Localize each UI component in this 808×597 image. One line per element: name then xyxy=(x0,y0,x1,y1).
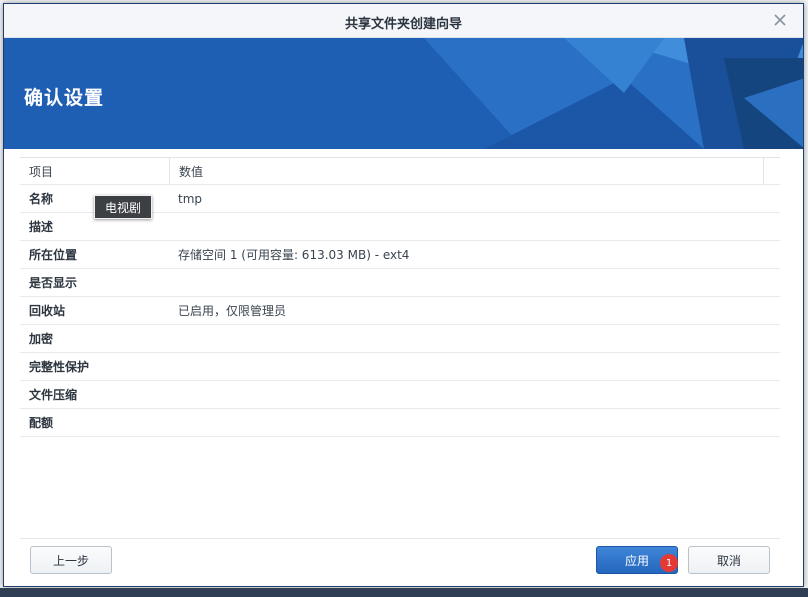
step-badge: 1 xyxy=(660,554,678,572)
row-item-value xyxy=(169,269,780,296)
row-item-value xyxy=(169,325,780,352)
dialog-title: 共享文件夹创建向导 xyxy=(344,17,462,32)
column-header-spacer xyxy=(763,158,780,184)
table-row[interactable]: 回收站 已启用，仅限管理员 xyxy=(20,297,780,325)
table-row[interactable]: 是否显示 xyxy=(20,269,780,297)
row-item-value xyxy=(169,381,780,408)
row-item-label: 描述 xyxy=(29,220,54,234)
cancel-button[interactable]: 取消 xyxy=(688,546,770,574)
dialog-titlebar: 共享文件夹创建向导 xyxy=(4,4,803,38)
row-item-label: 文件压缩 xyxy=(29,388,78,402)
table-row[interactable]: 加密 xyxy=(20,325,780,353)
table-row[interactable]: 所在位置 存储空间 1 (可用容量: 613.03 MB) - ext4 xyxy=(20,241,780,269)
row-item-value: 已启用，仅限管理员 xyxy=(178,304,287,318)
row-item-label: 配额 xyxy=(29,416,54,430)
column-header-value[interactable]: 数值 xyxy=(169,158,763,184)
column-header-item[interactable]: 项目 xyxy=(20,163,169,180)
close-icon[interactable] xyxy=(771,11,789,29)
row-item-label: 所在位置 xyxy=(29,248,78,262)
previous-step-button[interactable]: 上一步 xyxy=(30,546,112,574)
row-item-label: 回收站 xyxy=(29,304,66,318)
footer-divider xyxy=(20,538,780,539)
row-item-value xyxy=(169,213,780,240)
row-item-label: 加密 xyxy=(29,332,54,346)
table-row[interactable]: 文件压缩 xyxy=(20,381,780,409)
table-header-row: 项目 数值 xyxy=(20,157,780,185)
wizard-heading: 确认设置 xyxy=(24,87,105,109)
row-item-value: tmp xyxy=(178,191,203,206)
row-item-value xyxy=(169,409,780,436)
hover-tooltip: 电视剧 xyxy=(94,195,152,219)
table-row[interactable]: 配额 xyxy=(20,409,780,437)
banner-polygon-art xyxy=(4,38,803,149)
row-item-value: 存储空间 1 (可用容量: 613.03 MB) - ext4 xyxy=(178,248,410,262)
wizard-banner: 确认设置 xyxy=(4,38,803,149)
row-item-value xyxy=(169,353,780,380)
row-item-label: 完整性保护 xyxy=(29,360,90,374)
taskbar-strip xyxy=(0,588,808,597)
table-row[interactable]: 完整性保护 xyxy=(20,353,780,381)
row-item-label: 是否显示 xyxy=(29,276,78,290)
